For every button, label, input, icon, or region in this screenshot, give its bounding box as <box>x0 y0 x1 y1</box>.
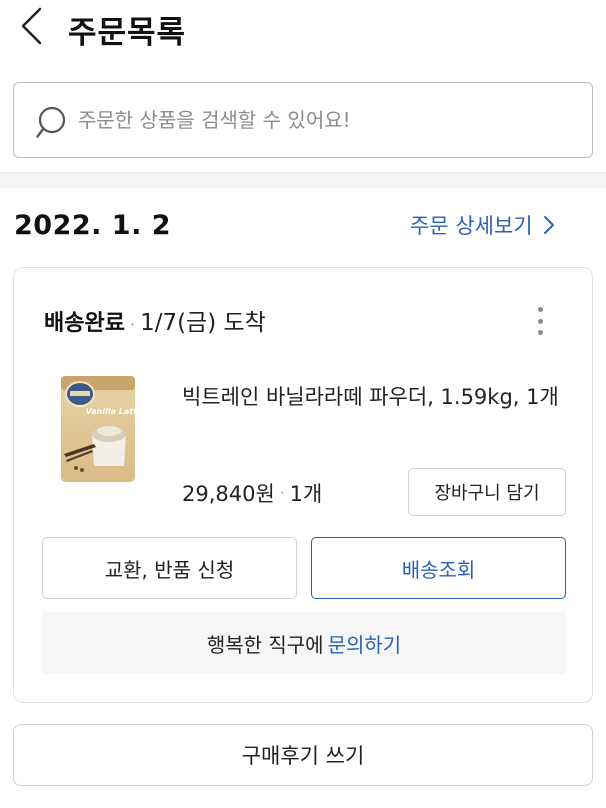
more-vertical-icon <box>537 307 543 312</box>
header: 주문목록 <box>0 0 606 58</box>
inquiry-link[interactable]: 문의하기 <box>328 629 402 658</box>
product-name[interactable]: 빅트레인 바닐라라떼 파우더, 1.59kg, 1개 <box>182 376 578 418</box>
back-button[interactable] <box>14 6 50 46</box>
product-quantity: 1개 <box>289 482 323 506</box>
product-image[interactable]: Vanilla Latte <box>58 374 138 484</box>
inquiry-box: 행복한 직구에 문의하기 <box>42 612 566 674</box>
search-bar[interactable] <box>13 82 593 158</box>
delivery-status-row: 배송완료 · 1/7(금) 도착 <box>44 303 266 337</box>
separator-dot: · <box>279 484 285 502</box>
separator-dot: · <box>129 315 136 334</box>
page-title: 주문목록 <box>68 15 187 51</box>
search-icon <box>36 106 66 138</box>
product-image-label: Vanilla Latte <box>86 407 138 416</box>
chevron-right-icon <box>543 216 554 234</box>
write-review-button[interactable]: 구매후기 쓰기 <box>13 724 593 786</box>
arrival-date: 1/7(금) 도착 <box>140 310 266 336</box>
order-detail-label: 주문 상세보기 <box>410 214 533 238</box>
price-row: 29,840원 · 1개 <box>182 478 322 508</box>
order-date: 2022. 1. 2 <box>14 210 172 241</box>
status-label: 배송완료 <box>44 311 125 336</box>
search-input[interactable] <box>78 101 578 139</box>
order-card: 배송완료 · 1/7(금) 도착 Vanilla Latte 빅트레인 바닐라라… <box>13 267 593 703</box>
inquiry-prefix: 행복한 직구에 <box>206 632 324 657</box>
track-delivery-button[interactable]: 배송조회 <box>311 537 566 599</box>
section-divider <box>0 172 606 188</box>
order-detail-link[interactable]: 주문 상세보기 <box>410 210 555 240</box>
exchange-return-button[interactable]: 교환, 반품 신청 <box>42 537 297 599</box>
product-price: 29,840원 <box>182 482 275 506</box>
add-to-cart-button[interactable]: 장바구니 담기 <box>408 468 566 516</box>
chevron-left-icon <box>21 7 42 45</box>
more-options-button[interactable] <box>529 303 551 339</box>
